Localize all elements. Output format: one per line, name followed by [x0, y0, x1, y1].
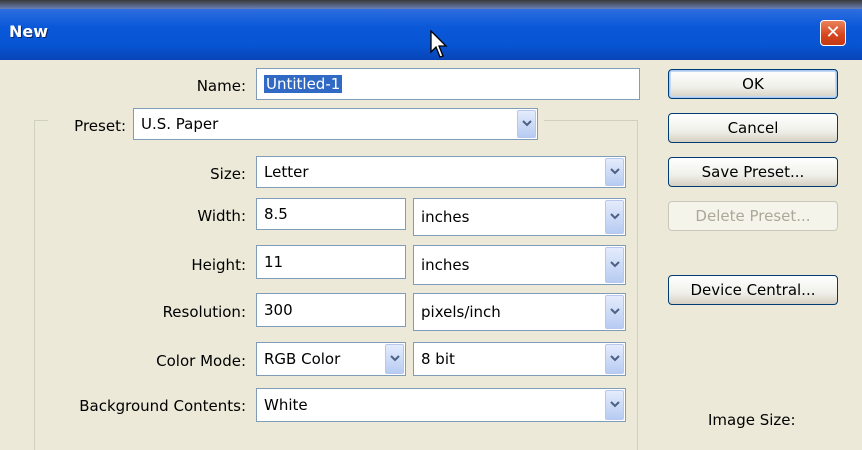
- image-size-label: Image Size:: [708, 411, 796, 429]
- resolution-unit-value: pixels/inch: [421, 303, 501, 321]
- height-unit-value: inches: [421, 256, 470, 274]
- height-input[interactable]: 11: [256, 245, 406, 279]
- size-select-value: Letter: [264, 163, 309, 181]
- resolution-unit-select[interactable]: pixels/inch: [413, 293, 626, 331]
- window-title: New: [9, 22, 49, 41]
- height-label: Height:: [191, 256, 246, 274]
- background-contents-label: Background Contents:: [79, 397, 246, 415]
- delete-preset-button: Delete Preset...: [668, 201, 838, 231]
- chevron-down-icon[interactable]: [605, 344, 624, 374]
- size-select[interactable]: Letter: [256, 156, 626, 188]
- chevron-down-icon[interactable]: [605, 295, 624, 329]
- bit-depth-select[interactable]: 8 bit: [413, 342, 626, 376]
- color-mode-select[interactable]: RGB Color: [256, 342, 406, 376]
- chevron-down-icon[interactable]: [605, 390, 624, 420]
- width-input[interactable]: 8.5: [256, 198, 406, 230]
- resolution-label: Resolution:: [162, 303, 246, 321]
- title-bar-top-edge: [0, 0, 862, 9]
- width-unit-select[interactable]: inches: [413, 198, 626, 236]
- color-mode-label: Color Mode:: [156, 352, 246, 370]
- ok-button[interactable]: OK: [668, 69, 838, 99]
- name-label: Name:: [196, 77, 246, 95]
- save-preset-button[interactable]: Save Preset...: [668, 157, 838, 187]
- preset-select-value: U.S. Paper: [141, 115, 219, 133]
- close-icon: ✕: [825, 22, 841, 43]
- resolution-input[interactable]: 300: [256, 293, 406, 327]
- background-contents-value: White: [264, 396, 308, 414]
- device-central-button[interactable]: Device Central...: [668, 275, 838, 305]
- bit-depth-value: 8 bit: [421, 350, 455, 368]
- close-button[interactable]: ✕: [820, 20, 846, 46]
- chevron-down-icon[interactable]: [605, 200, 624, 234]
- preset-label: Preset:: [74, 117, 126, 135]
- name-input-value: Untitled-1: [264, 75, 343, 93]
- background-contents-select[interactable]: White: [256, 388, 626, 422]
- preset-select[interactable]: U.S. Paper: [133, 108, 538, 140]
- chevron-down-icon[interactable]: [385, 344, 404, 374]
- size-label: Size:: [210, 165, 246, 183]
- name-input[interactable]: Untitled-1: [256, 68, 640, 100]
- width-label: Width:: [197, 207, 246, 225]
- chevron-down-icon[interactable]: [517, 110, 536, 138]
- color-mode-value: RGB Color: [264, 350, 341, 368]
- width-unit-value: inches: [421, 208, 470, 226]
- chevron-down-icon[interactable]: [605, 247, 624, 283]
- mouse-pointer-icon: [430, 30, 448, 58]
- chevron-down-icon[interactable]: [605, 158, 624, 186]
- height-unit-select[interactable]: inches: [413, 245, 626, 285]
- cancel-button[interactable]: Cancel: [668, 113, 838, 143]
